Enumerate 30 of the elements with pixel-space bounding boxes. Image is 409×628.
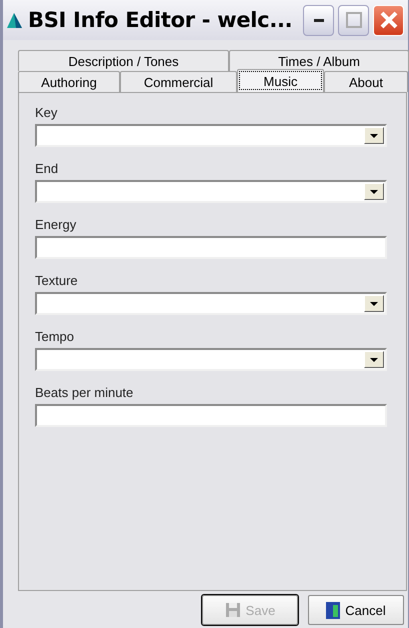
dropdown-arrow-button[interactable] [364, 351, 384, 368]
caret-icon [370, 358, 378, 362]
cancel-button[interactable]: Cancel [308, 595, 404, 625]
dropdown-arrow-button[interactable] [364, 127, 384, 144]
tab[interactable]: About [324, 71, 408, 92]
tab[interactable]: Authoring [18, 71, 120, 92]
dropdown-arrow-button[interactable] [364, 295, 384, 312]
minimize-button[interactable] [303, 4, 334, 36]
field-label: Key [35, 105, 58, 121]
window-title: BSI Info Editor - welc... [28, 8, 294, 32]
field-label: Energy [35, 217, 78, 233]
minimize-icon [314, 18, 324, 22]
caret-icon [370, 190, 378, 194]
field-label: Tempo [35, 329, 76, 345]
dropdown-arrow-button[interactable] [364, 183, 384, 200]
door-icon [326, 602, 340, 618]
close-button[interactable] [373, 4, 404, 36]
tab[interactable]: Commercial [120, 71, 237, 92]
close-icon [380, 11, 398, 29]
tab[interactable]: Times / Album [229, 50, 409, 71]
tab[interactable]: Music [237, 69, 324, 92]
tab[interactable]: Description / Tones [18, 50, 229, 71]
field-label: Beats per minute [35, 385, 134, 401]
maximize-icon [346, 12, 362, 28]
input-field[interactable] [35, 404, 387, 427]
caret-icon [370, 134, 378, 138]
caret-icon [370, 302, 378, 306]
field-label: End [35, 161, 60, 177]
input-field[interactable] [35, 236, 387, 259]
field-label: Texture [35, 273, 79, 289]
